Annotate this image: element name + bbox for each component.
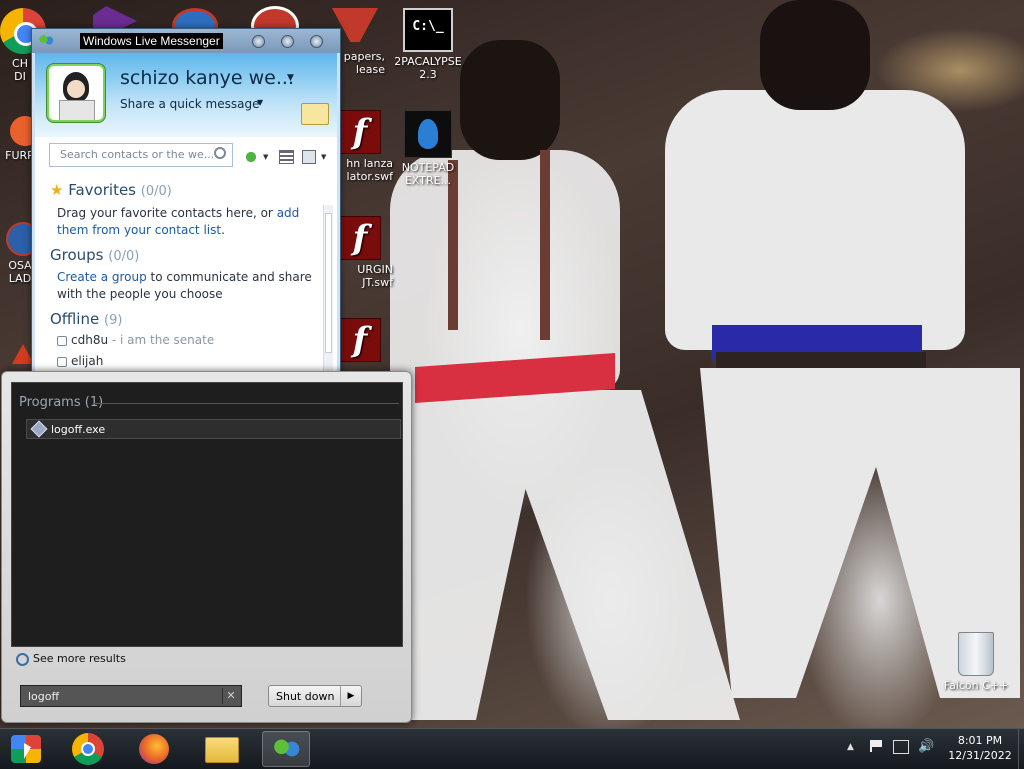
action-center-flag-icon[interactable] bbox=[870, 740, 884, 752]
offline-header[interactable]: Offline (9) bbox=[50, 310, 122, 328]
network-icon[interactable] bbox=[893, 740, 909, 754]
desktop-icon-label: 2PACALYPSE 2.3 bbox=[394, 55, 462, 81]
desktop-icon-falcon[interactable]: Falcon C++ bbox=[938, 632, 1014, 692]
add-contact-dropdown-icon[interactable]: ▼ bbox=[263, 153, 268, 161]
groups-hint: Create a group to communicate and share … bbox=[57, 270, 312, 301]
desktop-icon-flash-urgin[interactable]: f URGIN JT.swf bbox=[333, 216, 393, 289]
layout-icon[interactable] bbox=[279, 150, 294, 164]
display-name[interactable]: schizo kanye we... bbox=[120, 67, 294, 89]
desktop-icon-label: NOTEPAD EXTRE... bbox=[401, 161, 455, 187]
wallpaper-figure-right-head bbox=[760, 0, 870, 110]
firefox-icon bbox=[139, 734, 169, 764]
scrollbar-thumb[interactable] bbox=[325, 213, 332, 353]
quick-message-dropdown-icon[interactable]: ▼ bbox=[257, 98, 263, 107]
start-button[interactable] bbox=[8, 733, 44, 765]
search-results-panel: Programs (1) logoff.exe bbox=[11, 382, 403, 647]
taskbar: ▲ 🔊 8:01 PM 12/31/2022 bbox=[0, 728, 1024, 769]
command-prompt-icon: C:\_ bbox=[403, 8, 453, 52]
desktop-icon-flash-lanza[interactable]: f hn lanza lator.swf bbox=[333, 110, 393, 183]
wallpaper-figure-right bbox=[665, 90, 965, 350]
messenger-header: schizo kanye we... ▼ Share a quick messa… bbox=[35, 53, 337, 137]
desktop-icon-label: CH DI bbox=[12, 57, 28, 83]
options-icon[interactable] bbox=[302, 150, 316, 164]
desktop-icon-2pacalypse[interactable]: C:\_ 2PACALYPSE 2.3 bbox=[390, 8, 466, 81]
start-search-input[interactable]: logoff ✕ bbox=[20, 685, 242, 707]
recycle-bin-icon bbox=[958, 632, 994, 676]
taskbar-messenger[interactable] bbox=[262, 731, 310, 767]
status-icon bbox=[57, 356, 67, 367]
create-group-link[interactable]: Create a group bbox=[57, 270, 147, 284]
cursor-icon bbox=[24, 743, 31, 759]
clock-time: 8:01 PM bbox=[957, 734, 1003, 747]
show-hidden-icons-icon[interactable]: ▲ bbox=[847, 742, 854, 752]
desktop-icon-label: OSA LAD bbox=[8, 259, 32, 285]
flash-file-icon: f bbox=[339, 110, 381, 154]
shutdown-options-arrow-icon[interactable]: ▶ bbox=[340, 686, 361, 706]
flash-file-icon: f bbox=[339, 318, 381, 362]
desktop-icon-label: Falcon C++ bbox=[943, 679, 1009, 692]
desktop-icon-label: hn lanza lator.swf bbox=[346, 157, 393, 183]
mail-icon[interactable] bbox=[301, 103, 329, 125]
contact-item[interactable]: elijah bbox=[57, 354, 103, 368]
start-menu: Programs (1) logoff.exe See more results… bbox=[1, 371, 412, 723]
messenger-body: schizo kanye we... ▼ Share a quick messa… bbox=[35, 53, 337, 373]
result-item[interactable]: logoff.exe bbox=[26, 419, 401, 439]
taskbar-chrome[interactable] bbox=[70, 733, 106, 765]
quick-message[interactable]: Share a quick message bbox=[120, 97, 259, 111]
minimize-button[interactable] bbox=[252, 35, 265, 48]
wallpaper-figure-left-legs bbox=[410, 390, 740, 720]
options-dropdown-icon[interactable]: ▼ bbox=[321, 153, 326, 161]
favorites-header[interactable]: ★ Favorites (0/0) bbox=[50, 181, 172, 199]
scrollbar[interactable] bbox=[323, 205, 333, 373]
wallpaper-suspender bbox=[540, 150, 550, 340]
window-title: Windows Live Messenger bbox=[80, 33, 223, 49]
see-more-results[interactable]: See more results bbox=[16, 652, 126, 666]
search-icon bbox=[16, 652, 29, 666]
clock[interactable]: 8:01 PM 12/31/2022 bbox=[944, 733, 1016, 763]
messenger-icon bbox=[271, 738, 301, 760]
add-contact-icon[interactable] bbox=[244, 150, 258, 164]
messenger-titlebar[interactable]: Windows Live Messenger bbox=[32, 29, 340, 53]
display-name-dropdown-icon[interactable]: ▼ bbox=[287, 73, 294, 83]
show-desktop-button[interactable] bbox=[1018, 729, 1024, 769]
desktop-icon-label: URGIN JT.swf bbox=[357, 263, 393, 289]
star-icon: ★ bbox=[50, 181, 64, 199]
messenger-window[interactable]: Windows Live Messenger schizo kanye we..… bbox=[31, 28, 341, 376]
search-icon[interactable] bbox=[214, 147, 226, 159]
clear-search-icon[interactable]: ✕ bbox=[222, 688, 239, 704]
wallpaper-figure-left-head bbox=[460, 40, 560, 160]
taskbar-firefox[interactable] bbox=[136, 733, 172, 765]
taskbar-explorer[interactable] bbox=[203, 733, 239, 765]
status-icon bbox=[57, 335, 67, 346]
search-contacts-input[interactable]: Search contacts or the we... bbox=[49, 143, 233, 167]
exe-icon bbox=[30, 420, 48, 438]
desktop-icon-flash-3[interactable]: f bbox=[333, 318, 393, 365]
notepad-extreme-icon bbox=[404, 110, 452, 158]
clock-date: 12/31/2022 bbox=[948, 749, 1012, 762]
desktop-icon-notepad-extreme[interactable]: NOTEPAD EXTRE... bbox=[390, 110, 466, 187]
results-heading: Programs (1) bbox=[19, 395, 104, 410]
maximize-button[interactable] bbox=[281, 35, 294, 48]
chrome-icon bbox=[72, 733, 104, 765]
folder-icon bbox=[205, 737, 239, 763]
contact-item[interactable]: cdh8u - i am the senate bbox=[57, 333, 214, 347]
divider bbox=[94, 403, 399, 404]
groups-header[interactable]: Groups (0/0) bbox=[50, 246, 139, 264]
favorites-hint: Drag your favorite contacts here, or add… bbox=[57, 206, 300, 237]
shutdown-button[interactable]: Shut down ▶ bbox=[268, 685, 362, 707]
volume-icon[interactable]: 🔊 bbox=[918, 739, 934, 754]
close-button[interactable] bbox=[310, 35, 323, 48]
flash-file-icon: f bbox=[339, 216, 381, 260]
messenger-icon bbox=[38, 34, 54, 47]
avatar[interactable] bbox=[47, 64, 105, 122]
wallpaper-figure-right-belt-strap bbox=[716, 352, 926, 368]
